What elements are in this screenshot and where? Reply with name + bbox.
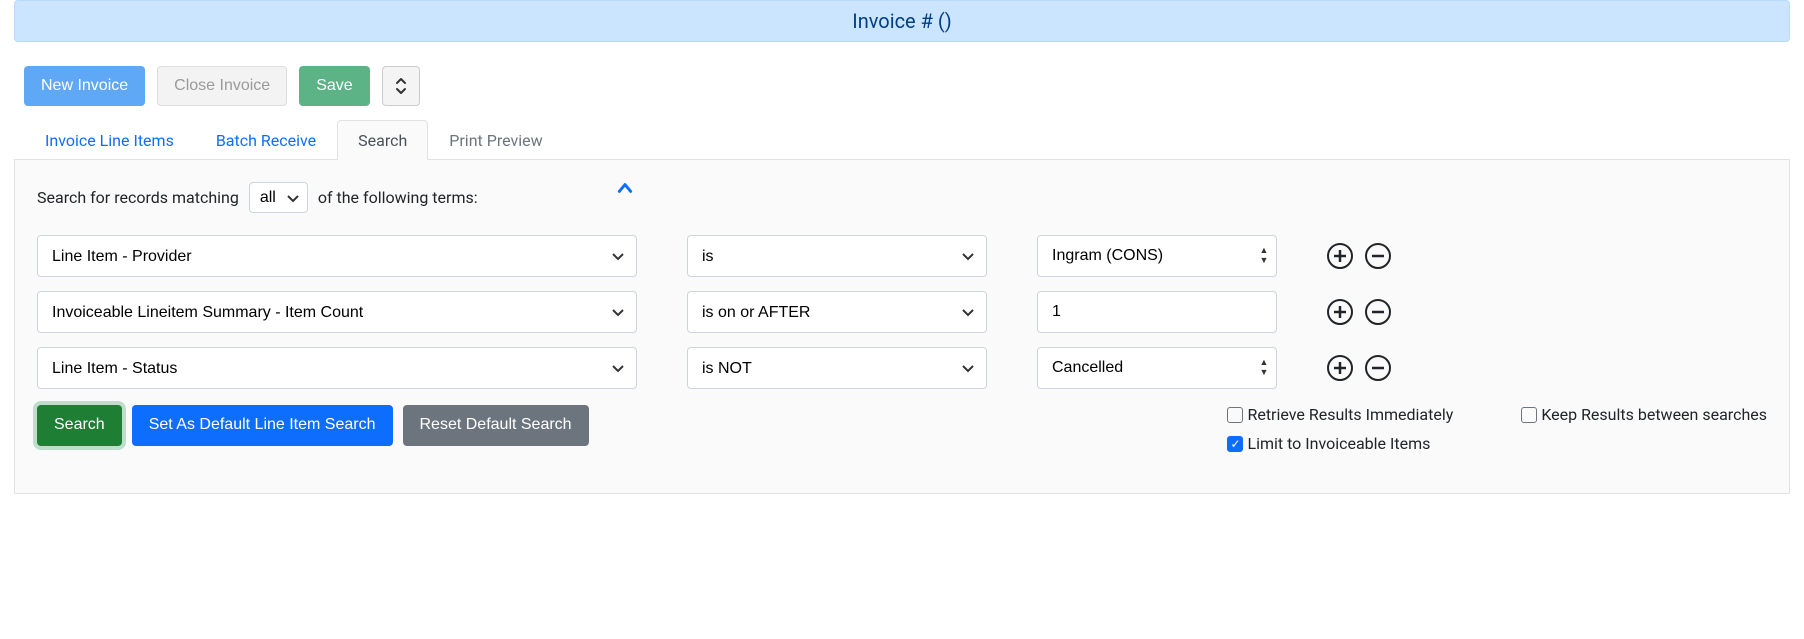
chevron-down-icon — [961, 305, 975, 319]
new-invoice-button[interactable]: New Invoice — [24, 66, 145, 106]
search-row: Invoiceable Lineitem Summary - Item Coun… — [37, 291, 1767, 333]
field-select[interactable]: Invoiceable Lineitem Summary - Item Coun… — [37, 291, 637, 333]
remove-row-button[interactable] — [1365, 243, 1391, 269]
tab-invoice-line-items[interactable]: Invoice Line Items — [24, 120, 195, 160]
remove-row-button[interactable] — [1365, 355, 1391, 381]
search-suffix-label: of the following terms: — [318, 188, 478, 207]
checkbox-label: Keep Results between searches — [1541, 405, 1767, 424]
collapse-toggle[interactable] — [617, 180, 633, 200]
save-button[interactable]: Save — [299, 66, 369, 106]
operator-select[interactable]: is — [687, 235, 987, 277]
keep-results-checkbox[interactable]: Keep Results between searches — [1521, 405, 1767, 424]
plus-icon — [1333, 305, 1347, 319]
set-default-search-button[interactable]: Set As Default Line Item Search — [132, 405, 393, 445]
retrieve-immediately-checkbox[interactable]: Retrieve Results Immediately — [1227, 405, 1453, 424]
search-row: Line Item - Status is NOT ▲▼ — [37, 347, 1767, 389]
plus-icon — [1333, 361, 1347, 375]
tab-print-preview[interactable]: Print Preview — [428, 120, 563, 160]
search-actions: Search Set As Default Line Item Search R… — [37, 405, 1767, 453]
chevron-down-icon — [961, 249, 975, 263]
chevron-up-icon — [617, 180, 633, 196]
value-spinner[interactable]: ▲▼ — [1255, 350, 1273, 386]
sort-icon — [395, 77, 407, 95]
limit-invoiceable-checkbox[interactable]: Limit to Invoiceable Items — [1227, 434, 1767, 453]
remove-row-button[interactable] — [1365, 299, 1391, 325]
operator-select[interactable]: is NOT — [687, 347, 987, 389]
reset-default-search-button[interactable]: Reset Default Search — [403, 405, 589, 445]
add-row-button[interactable] — [1327, 299, 1353, 325]
add-row-button[interactable] — [1327, 243, 1353, 269]
search-button[interactable]: Search — [37, 405, 122, 445]
checkbox-icon — [1521, 407, 1537, 423]
value-select[interactable] — [1037, 235, 1277, 277]
chevron-down-icon — [611, 305, 625, 319]
value-select[interactable] — [1037, 347, 1277, 389]
checkbox-label: Limit to Invoiceable Items — [1247, 434, 1430, 453]
toolbar: New Invoice Close Invoice Save — [14, 66, 1790, 106]
tab-search[interactable]: Search — [337, 120, 428, 160]
minus-icon — [1371, 249, 1385, 263]
search-prefix-label: Search for records matching — [37, 188, 239, 207]
checkbox-icon — [1227, 407, 1243, 423]
search-panel: Search for records matching all of the f… — [14, 160, 1790, 494]
more-actions-button[interactable] — [382, 66, 420, 106]
chevron-down-icon — [611, 249, 625, 263]
checkbox-label: Retrieve Results Immediately — [1247, 405, 1453, 424]
tab-bar: Invoice Line Items Batch Receive Search … — [14, 120, 1790, 160]
search-rows: Line Item - Provider is ▲▼ Invoiceable L… — [37, 235, 1767, 389]
chevron-down-icon — [961, 361, 975, 375]
search-row: Line Item - Provider is ▲▼ — [37, 235, 1767, 277]
checkbox-icon — [1227, 436, 1243, 452]
value-spinner[interactable]: ▲▼ — [1255, 238, 1273, 274]
add-row-button[interactable] — [1327, 355, 1353, 381]
value-input[interactable] — [1037, 291, 1277, 333]
field-select[interactable]: Line Item - Provider — [37, 235, 637, 277]
tab-batch-receive[interactable]: Batch Receive — [195, 120, 337, 160]
match-mode-select[interactable]: all — [249, 182, 308, 213]
plus-icon — [1333, 249, 1347, 263]
close-invoice-button[interactable]: Close Invoice — [157, 66, 287, 106]
chevron-down-icon — [611, 361, 625, 375]
page-title: Invoice # () — [14, 0, 1790, 42]
operator-select[interactable]: is on or AFTER — [687, 291, 987, 333]
search-header: Search for records matching all of the f… — [37, 182, 1767, 213]
minus-icon — [1371, 305, 1385, 319]
minus-icon — [1371, 361, 1385, 375]
field-select[interactable]: Line Item - Status — [37, 347, 637, 389]
